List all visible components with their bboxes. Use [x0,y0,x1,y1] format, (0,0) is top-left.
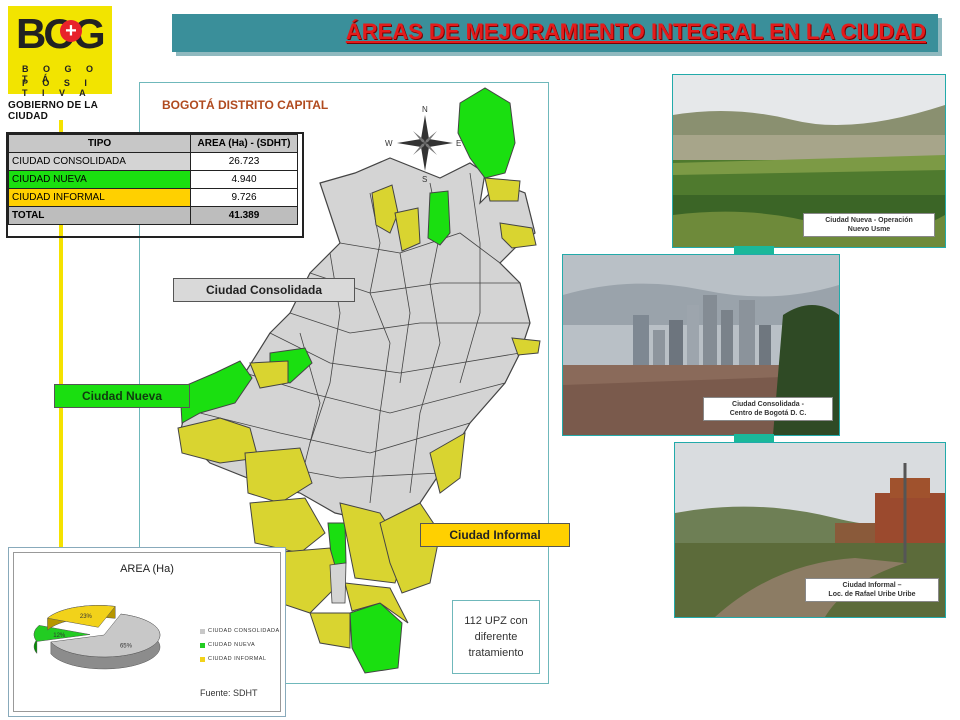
table-header-tipo: TIPO [8,134,191,153]
photo-connector [734,434,774,442]
photo-ciudad-nueva: Ciudad Nueva - Operación Nuevo Usme [672,74,946,248]
upz-note-line: tratamiento [468,647,524,659]
area-table: TIPO AREA (Ha) - (SDHT) CIUDAD CONSOLIDA… [8,134,298,225]
pie-slice-label: 23% [80,614,93,620]
table-row: CIUDAD CONSOLIDADA 26.723 [8,152,298,171]
legend-label-informal: CIUDAD INFORMAL [208,656,267,662]
compass-w: W [385,139,393,148]
table-cell-tipo: CIUDAD CONSOLIDADA [8,152,191,171]
compass-e: E [456,139,461,148]
upz-note-line: diferente [474,631,518,643]
photo-caption: Ciudad Informal – Loc. de Rafael Uribe U… [805,578,939,602]
table-cell-area: 41.389 [190,206,298,225]
pie-chart: AREA (Ha) 65% 12% 23% CIUDAD CONSOLIDADA C… [13,552,281,712]
legend-label-nueva: CIUDAD NUEVA [208,642,256,648]
photo-caption-line: Centro de Bogotá D. C. [729,410,807,417]
table-row: TOTAL 41.389 [8,206,298,225]
upz-note: 112 UPZ con diferente tratamiento [452,600,540,674]
logo-word: BOG [16,10,106,58]
photo-caption: Ciudad Consolidada - Centro de Bogotá D.… [703,397,833,421]
chart-source: Fuente: SDHT [200,688,258,698]
compass-n: N [422,105,428,114]
compass-s: S [422,175,427,184]
title-banner: ÁREAS DE MEJORAMIENTO INTEGRAL EN LA CIU… [172,14,938,52]
table-row: CIUDAD NUEVA 4.940 [8,170,298,189]
label-ciudad-nueva: Ciudad Nueva [54,384,190,408]
photo-caption-line: Nuevo Usme [847,226,891,233]
pie-slice-label: 65% [120,643,133,649]
legend-swatch-informal [200,657,205,662]
logo-line-2: P O S I T I V A [22,78,93,98]
label-ciudad-consolidada: Ciudad Consolidada [173,278,355,302]
photo-caption-line: Loc. de Rafael Uribe Uribe [828,591,916,598]
upz-note-line: 112 UPZ con [464,615,528,627]
legend-swatch-nueva [200,643,205,648]
pie-slice-label: 12% [53,633,66,639]
logo-plus-icon: + [60,20,82,42]
photo-caption: Ciudad Nueva - Operación Nuevo Usme [803,213,935,237]
photo-caption-line: Ciudad Nueva - Operación [825,217,913,224]
photo-ciudad-informal: Ciudad Informal – Loc. de Rafael Uribe U… [674,442,946,618]
pie-chart-frame: AREA (Ha) 65% 12% 23% CIUDAD CONSOLIDADA C… [8,547,286,717]
photo-caption-line: Ciudad Consolidada - [732,401,804,408]
legend-swatch-consolidada [200,629,205,634]
table-cell-area: 4.940 [190,170,298,189]
logo-background: BOG + B O G O T Á P O S I T I V A [8,6,112,98]
photo-caption-line: Ciudad Informal – [842,582,902,589]
logo: BOG + B O G O T Á P O S I T I V A GOBIER… [8,6,112,122]
label-ciudad-informal: Ciudad Informal [420,523,570,547]
table-cell-tipo: CIUDAD INFORMAL [8,188,191,207]
page-title: ÁREAS DE MEJORAMIENTO INTEGRAL EN LA CIU… [345,19,926,44]
table-header-area: AREA (Ha) - (SDHT) [190,134,298,153]
logo-government: GOBIERNO DE LA CIUDAD [8,100,98,122]
legend-label-consolidada: CIUDAD CONSOLIDADA [208,628,280,634]
table-cell-area: 26.723 [190,152,298,171]
table-row: CIUDAD INFORMAL 9.726 [8,188,298,207]
map-region-consolidada-south [329,562,347,604]
photo-ciudad-consolidada: Ciudad Consolidada - Centro de Bogotá D.… [562,254,840,436]
photo-connector [734,246,774,254]
table-cell-tipo: TOTAL [8,206,191,225]
table-cell-tipo: CIUDAD NUEVA [8,170,191,189]
table-cell-area: 9.726 [190,188,298,207]
